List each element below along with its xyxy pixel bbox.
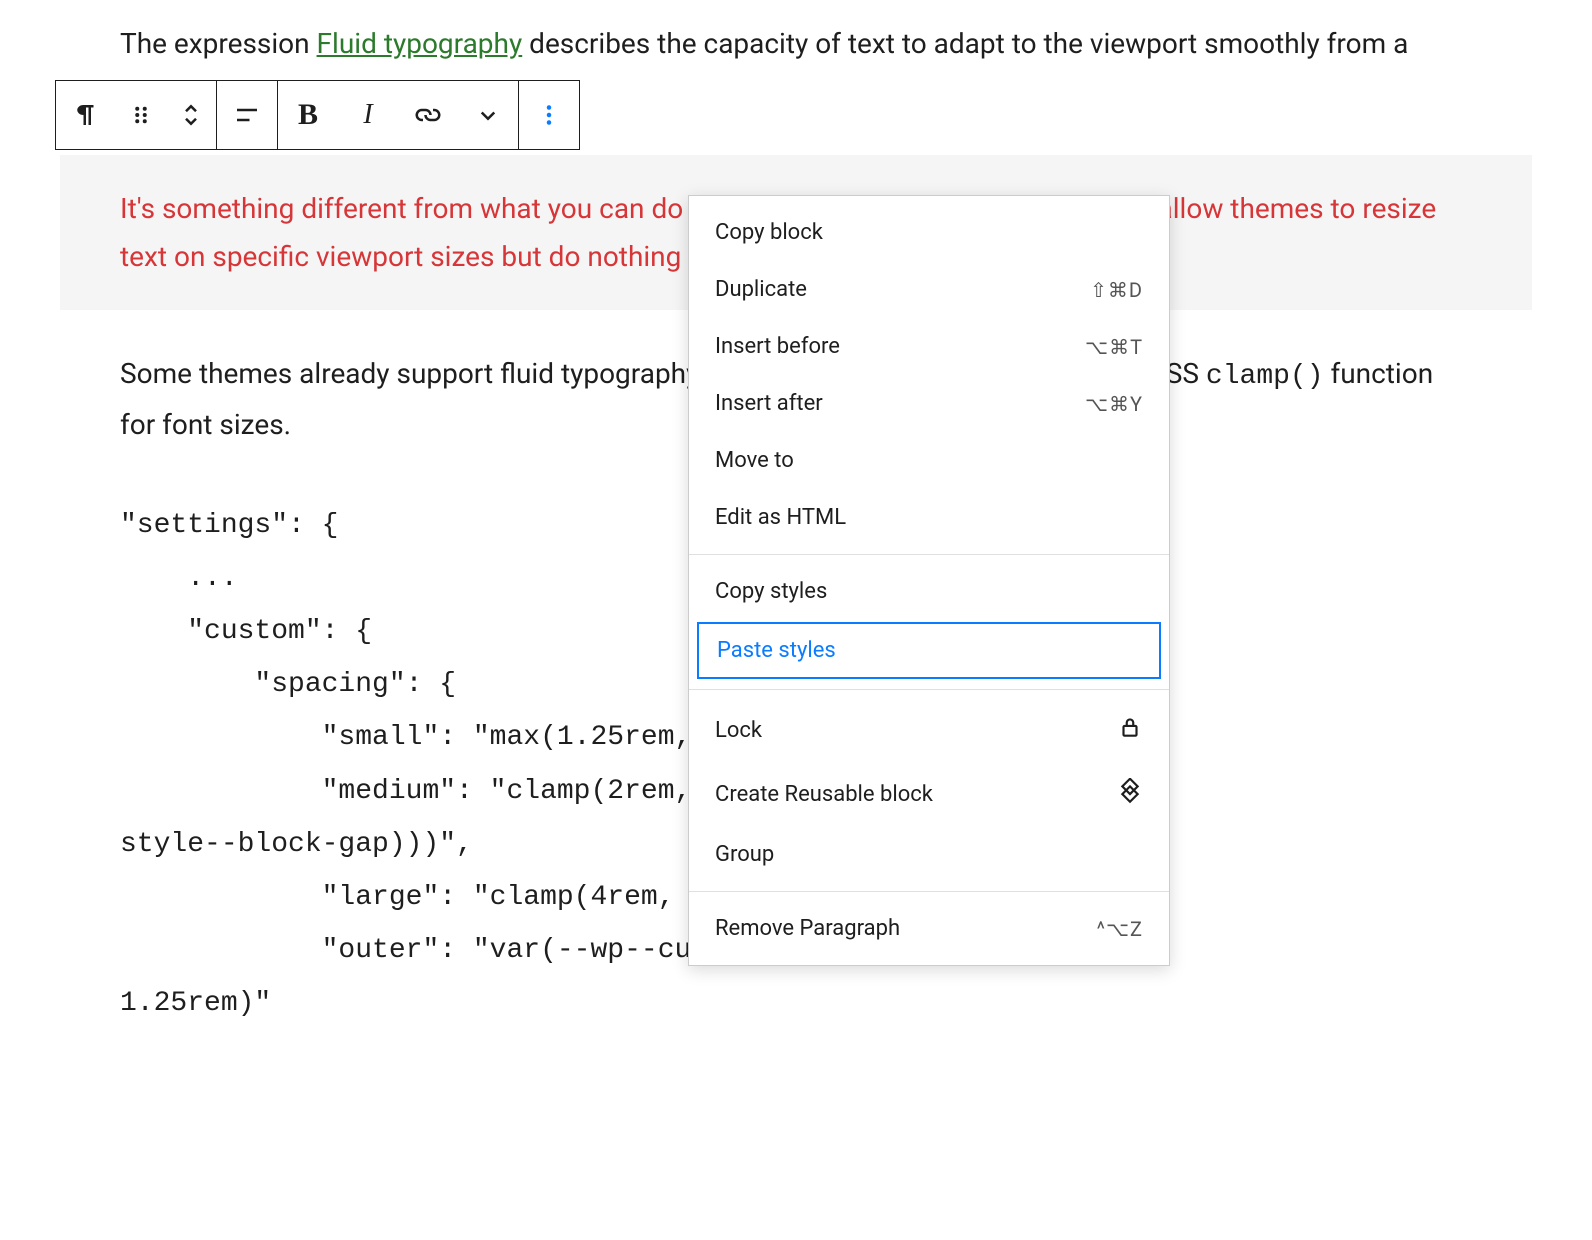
align-icon[interactable] <box>217 81 277 149</box>
menu-copy-block[interactable]: Copy block <box>689 204 1169 261</box>
menu-label: Lock <box>715 718 762 743</box>
menu-remove-paragraph[interactable]: Remove Paragraph ^⌥Z <box>689 900 1169 957</box>
menu-label: Copy styles <box>715 579 827 604</box>
menu-group[interactable]: Group <box>689 826 1169 883</box>
menu-label: Move to <box>715 448 794 473</box>
menu-label: Paste styles <box>717 638 836 663</box>
bold-button[interactable]: B <box>278 81 338 149</box>
chevron-down-icon[interactable] <box>458 81 518 149</box>
menu-label: Group <box>715 842 774 867</box>
menu-label: Copy block <box>715 220 823 245</box>
menu-move-to[interactable]: Move to <box>689 432 1169 489</box>
menu-label: Edit as HTML <box>715 505 846 530</box>
fluid-typography-link[interactable]: Fluid typography <box>317 27 523 60</box>
menu-label: Duplicate <box>715 277 807 302</box>
link-button[interactable] <box>398 81 458 149</box>
drag-handle-icon[interactable] <box>116 81 166 149</box>
text: The expression <box>120 27 317 60</box>
menu-lock[interactable]: Lock <box>689 698 1169 762</box>
paragraph-icon[interactable] <box>56 81 116 149</box>
shortcut: ^⌥Z <box>1097 917 1143 941</box>
block-options-menu: Copy block Duplicate ⇧⌘D Insert before ⌥… <box>688 195 1170 966</box>
menu-label: Insert before <box>715 334 840 359</box>
menu-paste-styles[interactable]: Paste styles <box>697 622 1161 679</box>
menu-create-reusable[interactable]: Create Reusable block <box>689 762 1169 826</box>
menu-edit-html[interactable]: Edit as HTML <box>689 489 1169 546</box>
shortcut: ⌥⌘T <box>1085 335 1143 359</box>
reusable-block-icon <box>1117 778 1143 810</box>
menu-label: Remove Paragraph <box>715 916 900 941</box>
shortcut: ⌥⌘Y <box>1085 392 1143 416</box>
block-toolbar: B I <box>55 80 580 150</box>
italic-button[interactable]: I <box>338 81 398 149</box>
inline-code: clamp() <box>1206 361 1324 392</box>
menu-label: Create Reusable block <box>715 782 933 807</box>
more-options-button[interactable] <box>519 81 579 149</box>
shortcut: ⇧⌘D <box>1090 278 1143 302</box>
lock-icon <box>1117 714 1143 746</box>
menu-label: Insert after <box>715 391 823 416</box>
menu-insert-after[interactable]: Insert after ⌥⌘Y <box>689 375 1169 432</box>
move-arrows-icon[interactable] <box>166 81 216 149</box>
menu-copy-styles[interactable]: Copy styles <box>689 563 1169 620</box>
menu-insert-before[interactable]: Insert before ⌥⌘T <box>689 318 1169 375</box>
menu-duplicate[interactable]: Duplicate ⇧⌘D <box>689 261 1169 318</box>
